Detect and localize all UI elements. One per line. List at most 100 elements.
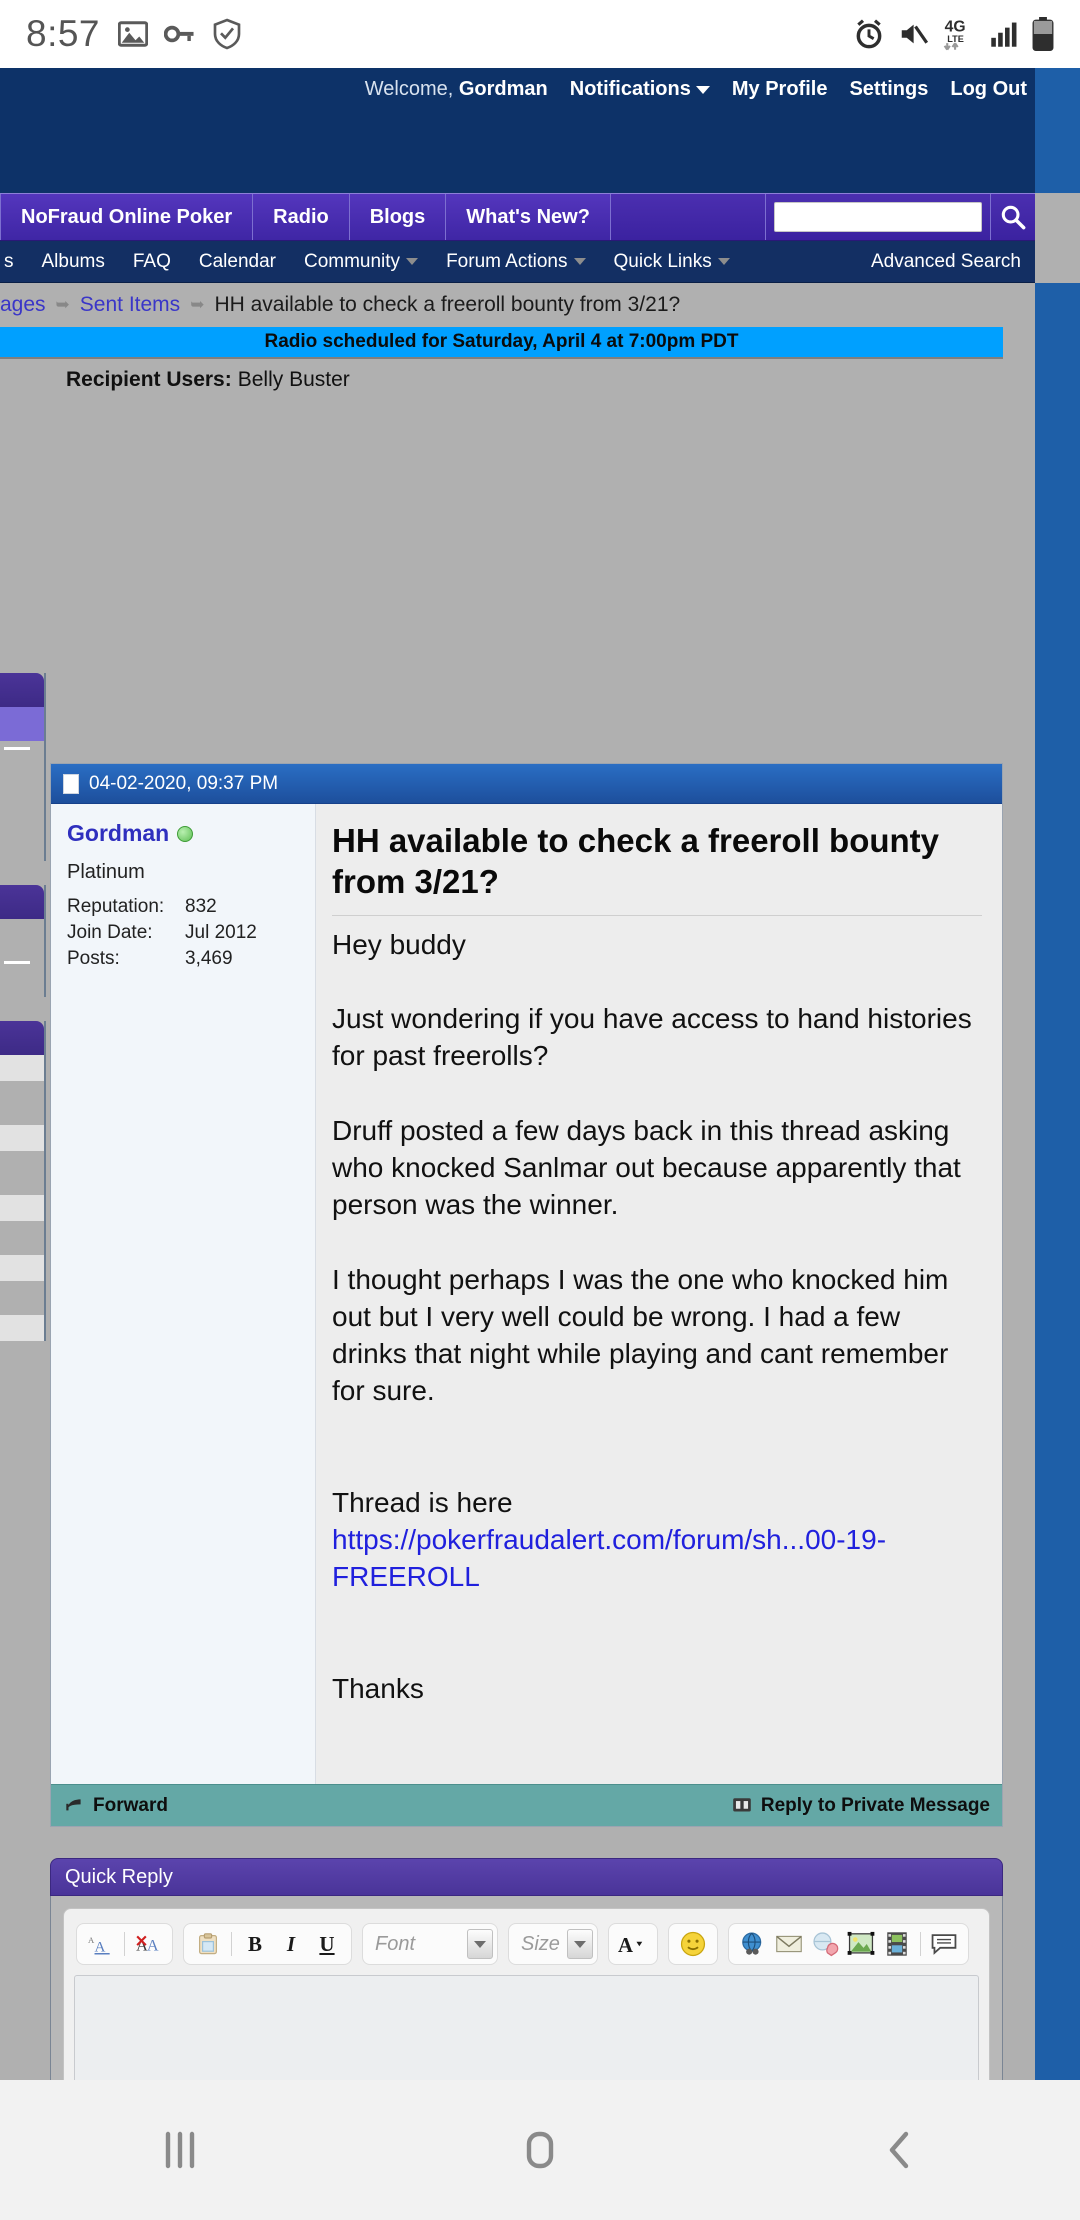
nav-tab-radio[interactable]: Radio xyxy=(253,194,350,240)
shield-check-icon xyxy=(212,18,242,50)
home-button[interactable] xyxy=(460,2105,620,2195)
search-button[interactable] xyxy=(991,194,1035,240)
chevron-down-icon xyxy=(695,85,710,94)
insert-image-icon[interactable] xyxy=(845,1928,877,1960)
breadcrumb: ages ➥ Sent Items ➥ HH available to chec… xyxy=(0,283,1035,327)
alarm-icon xyxy=(854,18,884,50)
browser-viewport[interactable]: Welcome, Gordman Notifications My Profil… xyxy=(0,68,1080,2080)
stat-value-posts: 3,469 xyxy=(185,948,233,969)
editor-toolbar: AA AA B I U Font Size A xyxy=(74,1919,979,1975)
back-button[interactable] xyxy=(820,2105,980,2195)
secondary-navbar: s Albums FAQ Calendar Community Forum Ac… xyxy=(0,241,1035,283)
signal-icon xyxy=(990,20,1018,48)
nav-tab-blogs[interactable]: Blogs xyxy=(349,194,447,240)
insert-email-icon[interactable] xyxy=(773,1928,805,1960)
message-author-panel: Gordman Platinum Reputation: 832 Join Dat… xyxy=(51,804,316,1784)
subnav-item-albums[interactable]: Albums xyxy=(28,251,119,273)
toolbar-group-smilie xyxy=(668,1923,718,1965)
insert-quote-icon[interactable] xyxy=(928,1928,960,1960)
right-rail-content xyxy=(1035,283,1080,2080)
site-header: Welcome, Gordman Notifications My Profil… xyxy=(0,68,1035,193)
smilie-icon[interactable] xyxy=(677,1928,709,1960)
breadcrumb-separator-icon: ➥ xyxy=(190,295,205,314)
nav-filler xyxy=(611,194,766,240)
subnav-item-community[interactable]: Community xyxy=(290,251,432,273)
chevron-down-icon xyxy=(406,258,419,265)
notifications-link[interactable]: Notifications xyxy=(570,78,710,101)
message-timestamp: 04-02-2020, 09:37 PM xyxy=(89,772,279,794)
author-stats: Reputation: 832 Join Date: Jul 2012 Posts:… xyxy=(67,896,315,970)
breadcrumb-messages[interactable]: ages xyxy=(0,293,46,317)
remove-formatting-icon[interactable]: AA xyxy=(85,1928,117,1960)
quick-reply-panel: AA AA B I U Font Size A xyxy=(50,1896,1003,2080)
quick-reply-header: Quick Reply xyxy=(50,1858,1003,1896)
toolbar-group-formatting: AA AA xyxy=(76,1923,173,1965)
search-input[interactable] xyxy=(774,202,982,232)
insert-video-icon[interactable] xyxy=(881,1928,913,1960)
message-text-before-link: Hey buddy Just wondering if you have acc… xyxy=(332,928,972,1519)
svg-text:A: A xyxy=(147,1937,159,1955)
settings-link[interactable]: Settings xyxy=(849,78,928,101)
recents-button[interactable] xyxy=(100,2105,260,2195)
log-out-link[interactable]: Log Out xyxy=(950,78,1027,101)
recipient-names: Belly Buster xyxy=(237,368,350,391)
key-icon xyxy=(164,22,196,46)
my-profile-link[interactable]: My Profile xyxy=(732,78,828,101)
forward-arrow-icon xyxy=(66,1798,81,1810)
wysiwyg-editor: AA AA B I U Font Size A xyxy=(63,1908,990,2080)
message-title: HH available to check a freeroll bounty … xyxy=(332,820,982,916)
nav-tab-nofraud-online-poker[interactable]: NoFraud Online Poker xyxy=(0,194,254,240)
primary-navbar: NoFraud Online Poker Radio Blogs What's … xyxy=(0,193,1035,241)
font-family-select[interactable]: Font xyxy=(362,1923,498,1965)
italic-icon[interactable]: I xyxy=(275,1928,307,1960)
forward-button[interactable]: Forward xyxy=(63,1795,168,1817)
subnav-item-truncated[interactable]: s xyxy=(0,251,28,273)
insert-link-icon[interactable] xyxy=(737,1928,769,1960)
stat-value-join-date: Jul 2012 xyxy=(185,922,257,943)
android-status-bar: 8:57 4G LTE xyxy=(0,0,1080,68)
message-text-after-link: Thanks xyxy=(332,1673,424,1705)
chevron-down-icon xyxy=(567,1929,593,1959)
stat-label-reputation: Reputation: xyxy=(67,896,165,917)
message-content: HH available to check a freeroll bounty … xyxy=(316,804,1002,1784)
author-name[interactable]: Gordman xyxy=(67,820,315,847)
stat-label-posts: Posts: xyxy=(67,948,120,969)
bold-icon[interactable]: B xyxy=(239,1928,271,1960)
subnav-item-quick-links[interactable]: Quick Links xyxy=(600,251,744,273)
font-size-select[interactable]: Size xyxy=(508,1923,598,1965)
message-header: 04-02-2020, 09:37 PM xyxy=(51,764,1002,804)
breadcrumb-separator-icon: ➥ xyxy=(55,295,70,314)
subnav-item-forum-actions[interactable]: Forum Actions xyxy=(432,251,599,273)
author-rank: Platinum xyxy=(67,861,145,883)
reply-quote-icon xyxy=(733,1797,751,1811)
message-link[interactable]: https://pokerfraudalert.com/forum/sh...0… xyxy=(332,1524,886,1592)
size-select-label: Size xyxy=(521,1932,560,1955)
status-left-icons xyxy=(118,18,242,50)
subnav-item-faq[interactable]: FAQ xyxy=(119,251,185,273)
left-panel-2 xyxy=(0,885,46,997)
advanced-search-link[interactable]: Advanced Search xyxy=(871,251,1035,273)
underline-icon[interactable]: U xyxy=(311,1928,343,1960)
toolbar-group-insert xyxy=(728,1923,969,1965)
quick-reply-textarea[interactable] xyxy=(74,1975,979,2080)
page-content: ages ➥ Sent Items ➥ HH available to chec… xyxy=(0,283,1080,2080)
stat-value-reputation: 832 xyxy=(185,896,217,917)
breadcrumb-sent-items[interactable]: Sent Items xyxy=(80,293,180,317)
nav-tab-whats-new[interactable]: What's New? xyxy=(446,194,611,240)
message-text: Hey buddy Just wondering if you have acc… xyxy=(332,926,982,1708)
toolbar-group-color: A xyxy=(608,1923,658,1965)
toolbar-group-basic: B I U xyxy=(183,1923,352,1965)
subnav-item-calendar[interactable]: Calendar xyxy=(185,251,290,273)
font-color-icon[interactable]: A xyxy=(617,1928,649,1960)
radio-schedule-banner: Radio scheduled for Saturday, April 4 at… xyxy=(0,327,1003,359)
nav-search-wrapper xyxy=(766,194,991,240)
message-action-bar: Forward Reply to Private Message xyxy=(51,1784,1002,1826)
android-nav-bar xyxy=(0,2080,1080,2220)
remove-link-icon[interactable] xyxy=(809,1928,841,1960)
reply-to-private-message-button[interactable]: Reply to Private Message xyxy=(731,1795,990,1817)
stat-label-join-date: Join Date: xyxy=(67,922,153,943)
left-panel-1 xyxy=(0,673,46,861)
paste-icon[interactable] xyxy=(192,1928,224,1960)
status-right-icons: 4G LTE xyxy=(854,17,1054,51)
undo-formatting-icon[interactable]: AA xyxy=(132,1928,164,1960)
